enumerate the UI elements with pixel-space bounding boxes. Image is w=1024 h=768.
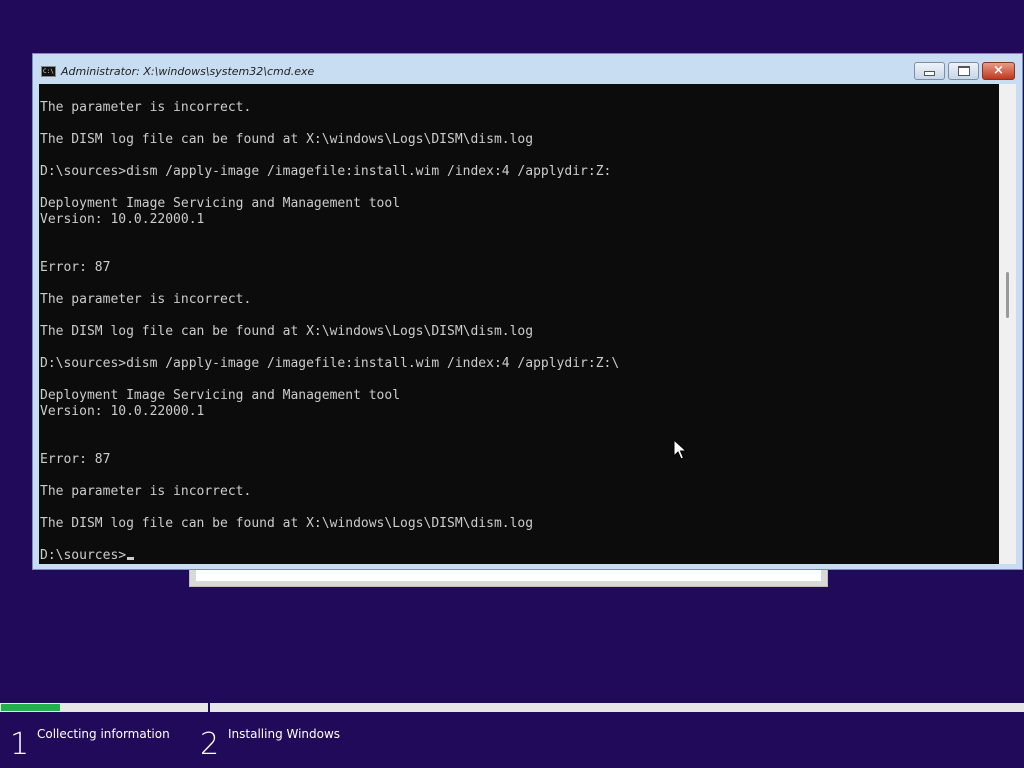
console-line: Deployment Image Servicing and Managemen… — [40, 196, 401, 211]
step-2-label: Installing Windows — [228, 727, 341, 741]
console-line: The parameter is incorrect. — [40, 100, 252, 115]
console-line: The parameter is incorrect. — [40, 292, 252, 307]
scrollbar-thumb[interactable] — [1006, 272, 1009, 318]
cmd-window[interactable]: C:\ Administrator: X:\windows\system32\c… — [32, 53, 1023, 570]
minimize-icon — [924, 70, 935, 76]
console-line: The DISM log file can be found at X:\win… — [40, 132, 534, 147]
console-line: The DISM log file can be found at X:\win… — [40, 324, 534, 339]
console-line: The DISM log file can be found at X:\win… — [40, 516, 534, 531]
maximize-icon — [957, 66, 970, 76]
step-2-number: 2 — [200, 727, 220, 762]
console-line: D:\sources>dism /apply-image /imagefile:… — [40, 164, 612, 179]
setup-progress-bar — [0, 703, 1024, 712]
text-cursor — [127, 557, 135, 560]
console-line: Error: 87 — [40, 260, 111, 275]
minimize-button[interactable] — [914, 62, 945, 80]
prompt-text: D:\sources> — [40, 548, 127, 563]
console-line: Error: 87 — [40, 452, 111, 467]
setup-progress-fill — [1, 704, 60, 711]
console-lines: The parameter is incorrect. The DISM log … — [40, 100, 619, 564]
close-icon: × — [993, 63, 1004, 78]
cmd-icon: C:\ — [41, 66, 56, 77]
mouse-pointer-icon — [673, 439, 687, 460]
command-prompt[interactable]: D:\sources> — [40, 548, 619, 564]
title-bar[interactable]: C:\ Administrator: X:\windows\system32\c… — [33, 54, 1022, 84]
console-line: Version: 10.0.22000.1 — [40, 404, 205, 419]
step-1-label: Collecting information — [37, 727, 170, 741]
console-line: Version: 10.0.22000.1 — [40, 212, 205, 227]
close-button[interactable]: × — [982, 62, 1015, 80]
maximize-button[interactable] — [948, 62, 979, 80]
console-line: Deployment Image Servicing and Managemen… — [40, 388, 401, 403]
window-title: Administrator: X:\windows\system32\cmd.e… — [61, 65, 315, 78]
progress-step-divider — [208, 703, 210, 713]
vertical-scrollbar[interactable] — [999, 84, 1016, 564]
console-output[interactable]: The parameter is incorrect. The DISM log … — [39, 84, 999, 564]
step-1-number: 1 — [10, 727, 30, 762]
console-line: The parameter is incorrect. — [40, 484, 252, 499]
console-line: D:\sources>dism /apply-image /imagefile:… — [40, 356, 620, 371]
